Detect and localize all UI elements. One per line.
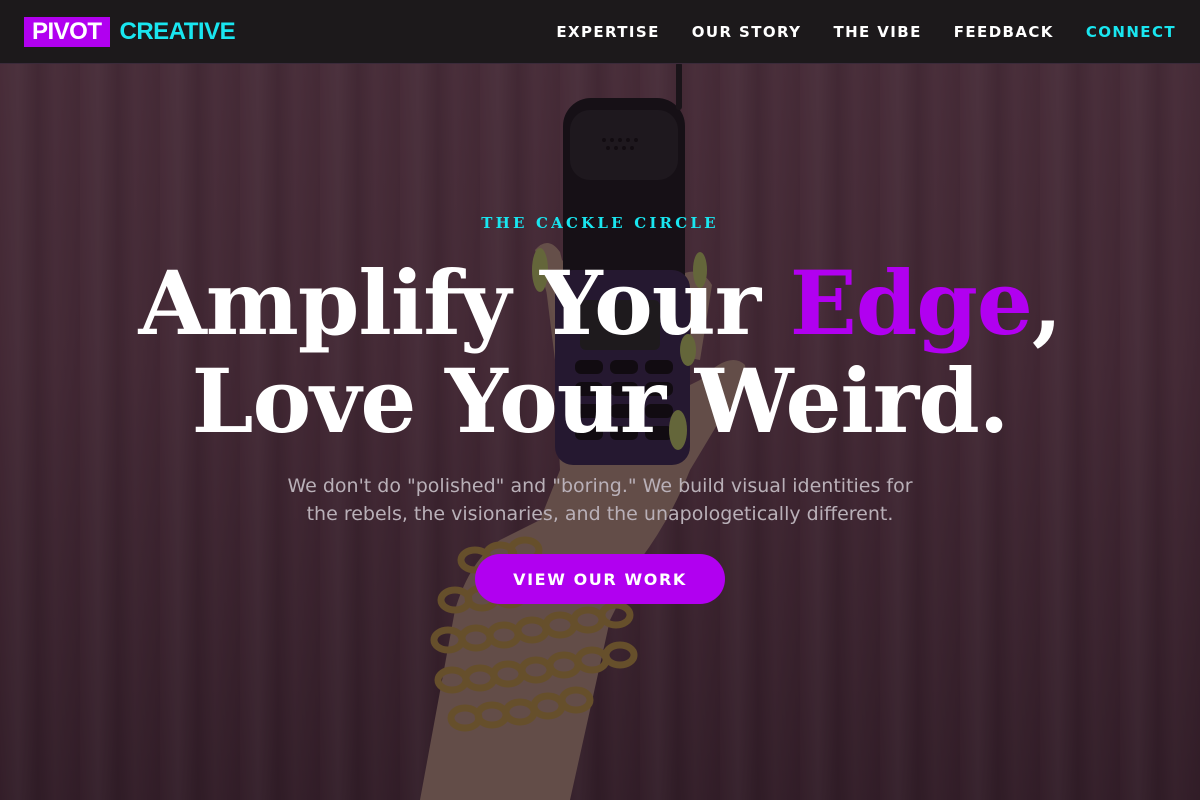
brand-logo[interactable]: PIVOT CREATIVE <box>24 16 236 47</box>
hero-section: THE CACKLE CIRCLE Amplify Your Edge, Lov… <box>0 0 1200 800</box>
logo-creative-text: CREATIVE <box>119 17 236 45</box>
hero-eyebrow: THE CACKLE CIRCLE <box>481 214 719 232</box>
nav-link-the-vibe[interactable]: THE VIBE <box>833 23 921 41</box>
headline-text-part1: Amplify Your <box>138 251 790 355</box>
nav-link-connect[interactable]: CONNECT <box>1086 23 1176 41</box>
nav-link-expertise[interactable]: EXPERTISE <box>556 23 659 41</box>
nav-link-feedback[interactable]: FEEDBACK <box>954 23 1054 41</box>
hero-headline: Amplify Your Edge, Love Your Weird. <box>138 251 1063 453</box>
headline-line-2: Love Your Weird. <box>191 349 1010 453</box>
headline-accent-word: Edge <box>789 251 1033 355</box>
main-nav: EXPERTISE OUR STORY THE VIBE FEEDBACK CO… <box>556 23 1176 41</box>
nav-link-our-story[interactable]: OUR STORY <box>692 23 802 41</box>
headline-comma: , <box>1031 251 1063 355</box>
view-our-work-button[interactable]: VIEW OUR WORK <box>475 554 725 604</box>
hero-subtext: We don't do "polished" and "boring." We … <box>287 472 912 528</box>
logo-pivot-text: PIVOT <box>24 16 110 47</box>
top-navbar: PIVOT CREATIVE EXPERTISE OUR STORY THE V… <box>0 0 1200 64</box>
subtext-line-2: the rebels, the visionaries, and the una… <box>306 503 894 525</box>
subtext-line-1: We don't do "polished" and "boring." We … <box>287 475 913 497</box>
